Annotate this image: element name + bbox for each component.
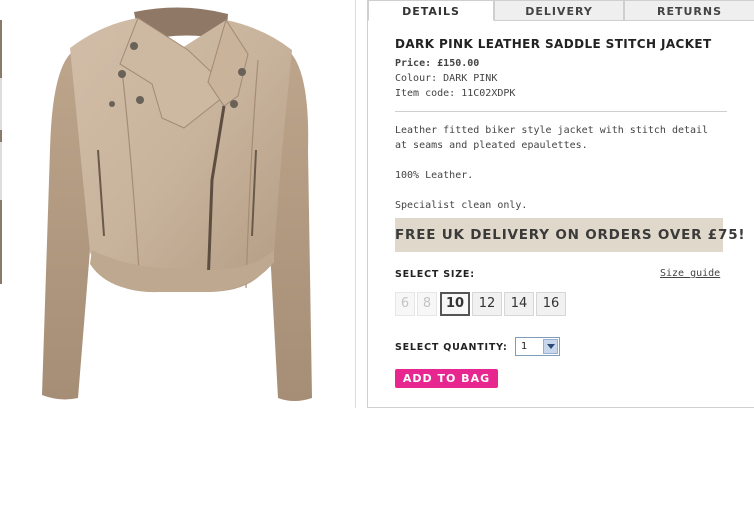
tab-returns[interactable]: RETURNS — [624, 0, 754, 21]
size-option-8[interactable]: 8 — [417, 292, 437, 316]
jacket-image — [42, 7, 312, 401]
thumbnail-strip-edge — [0, 20, 2, 284]
care-paragraph: Specialist clean only. — [395, 200, 528, 211]
size-option-6[interactable]: 6 — [395, 292, 415, 316]
price-value: £150.00 — [437, 58, 480, 69]
free-delivery-banner[interactable]: FREE UK DELIVERY ON ORDERS OVER £75! — [395, 218, 745, 252]
select-quantity-label: SELECT QUANTITY: — [395, 342, 508, 353]
size-option-14[interactable]: 14 — [504, 292, 534, 316]
description-paragraph: Leather fitted biker style jacket with s… — [395, 125, 709, 151]
product-tabs: DETAILS DELIVERY RETURNS — [368, 0, 754, 21]
colour-line: Colour: DARK PINK — [395, 73, 498, 84]
product-image[interactable] — [12, 0, 355, 408]
select-size-label: SELECT SIZE: — [395, 269, 475, 280]
price-line: Price: £150.00 — [395, 58, 479, 69]
size-option-16[interactable]: 16 — [536, 292, 566, 316]
quantity-value: 1 — [521, 341, 528, 352]
add-to-bag-button[interactable]: ADD TO BAG — [395, 369, 498, 388]
material-paragraph: 100% Leather. — [395, 170, 474, 181]
quantity-select[interactable]: 1 — [515, 337, 560, 356]
price-label: Price: — [395, 58, 432, 69]
size-option-10[interactable]: 10 — [440, 292, 470, 316]
product-title: DARK PINK LEATHER SADDLE STITCH JACKET — [395, 37, 712, 51]
size-guide-link[interactable]: Size guide — [660, 268, 720, 279]
size-option-12[interactable]: 12 — [472, 292, 502, 316]
divider — [395, 111, 727, 112]
chevron-down-icon[interactable] — [543, 339, 558, 354]
tab-delivery[interactable]: DELIVERY — [494, 0, 624, 21]
tab-details[interactable]: DETAILS — [368, 0, 494, 21]
item-code-line: Item code: 11C02XDPK — [395, 88, 516, 99]
product-details-panel: DETAILS DELIVERY RETURNS DARK PINK LEATH… — [367, 0, 754, 408]
image-divider — [355, 0, 356, 408]
